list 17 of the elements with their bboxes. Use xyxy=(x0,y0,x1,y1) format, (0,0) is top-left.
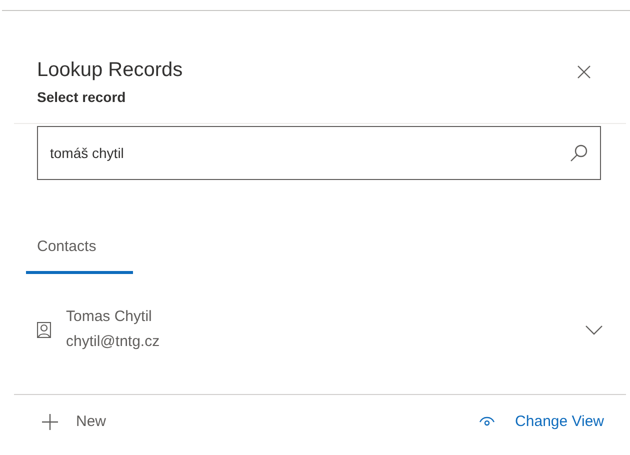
eye-icon xyxy=(479,416,496,428)
chevron-icon xyxy=(585,324,603,334)
dialog-subtitle: Select record xyxy=(37,88,127,107)
close-icon xyxy=(577,65,591,79)
new-button[interactable]: New xyxy=(42,410,106,433)
contact-name: Tomas Chytil xyxy=(66,307,153,327)
change-view-button[interactable]: Change View xyxy=(479,410,604,433)
expand-button[interactable] xyxy=(584,324,604,336)
tab[interactable]: Contacts xyxy=(26,236,133,274)
plus-icon xyxy=(42,414,58,430)
result-row[interactable]: Tomas Chytil chytil@tntg.cz xyxy=(37,300,604,360)
search-field[interactable]: tomáš chytil xyxy=(37,126,601,180)
dialog-title: Lookup Records xyxy=(37,58,183,83)
search-icon xyxy=(570,144,588,162)
contact-icon xyxy=(37,322,51,338)
contact-email: chytil@tntg.cz xyxy=(66,332,161,352)
close-button[interactable] xyxy=(576,64,592,80)
